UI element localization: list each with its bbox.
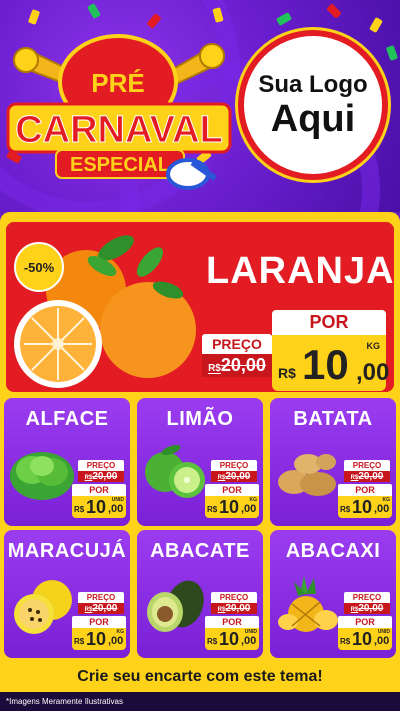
price-label: PREÇO — [344, 460, 390, 471]
product-name: ABACAXI — [285, 540, 381, 562]
new-price: POR R$ 10 ,00 UNID — [205, 616, 259, 650]
confetti — [369, 16, 383, 34]
featured-product-name: LARANJA — [206, 250, 394, 292]
confetti — [275, 12, 293, 26]
new-price-value: R$ 10 ,00 UNID — [72, 496, 126, 518]
price-unit: KG — [366, 341, 381, 351]
por-label: POR — [72, 616, 126, 628]
price-label: PREÇO — [202, 334, 272, 354]
old-price: PREÇO R$20,00 — [78, 460, 124, 482]
featured-new-price: POR R$ 10 ,00 KG — [272, 310, 390, 391]
por-label: POR — [205, 484, 259, 496]
price-label: PREÇO — [78, 460, 124, 471]
disclaimer-text: *Imagens Meramente Ilustrativas — [6, 697, 123, 706]
passion-fruit-image — [14, 580, 72, 634]
confetti — [385, 45, 399, 61]
new-price: POR R$ 10 ,00 UNID — [72, 484, 126, 518]
logo-text-line1: Sua Logo — [258, 71, 368, 98]
old-price: PREÇO R$20,00 — [211, 460, 257, 482]
pineapple-image — [278, 576, 338, 632]
discount-badge: -50% — [14, 242, 64, 292]
new-price-value: R$ 10 ,00 UNID — [338, 628, 392, 650]
old-price-value: R$20,00 — [344, 471, 390, 482]
product-card-abacaxi: ABACAXI PREÇO R$20,00 POR R$ 10 ,00 UNID — [270, 530, 396, 658]
price-label: PREÇO — [344, 592, 390, 603]
price-integer: 10 — [302, 341, 349, 388]
pre-carnaval-logo: PRÉ CARNAVAL ESPECIAL — [6, 34, 232, 190]
price-label: PREÇO — [211, 460, 257, 471]
product-name: ALFACE — [25, 408, 109, 430]
por-label: POR — [72, 484, 126, 496]
old-price: PREÇO R$20,00 — [344, 460, 390, 482]
logo-placeholder: Sua Logo Aqui — [238, 30, 388, 180]
old-price-value: R$20,00 — [344, 603, 390, 614]
old-price-value: R$20,00 — [78, 603, 124, 614]
featured-old-price: PREÇO R$20,00 — [202, 334, 272, 377]
old-price: PREÇO R$20,00 — [78, 592, 124, 614]
new-price-value: R$ 10 ,00 KG — [338, 496, 392, 518]
product-card-limao: LIMÃO PREÇO R$20,00 POR R$ 10 ,00 KG — [137, 398, 263, 526]
hero-banner: PRÉ CARNAVAL ESPECIAL Sua Logo Aqui — [0, 0, 400, 212]
potato-image — [278, 454, 336, 496]
product-name: BATATA — [293, 408, 373, 430]
old-price-value: R$20,00 — [211, 603, 257, 614]
price-label: PREÇO — [211, 592, 257, 603]
por-label: POR — [338, 484, 392, 496]
product-card-batata: BATATA PREÇO R$20,00 POR R$ 10 ,00 KG — [270, 398, 396, 526]
por-label: POR — [338, 616, 392, 628]
product-card-abacate: ABACATE PREÇO R$20,00 POR R$ 10 ,00 UNID — [137, 530, 263, 658]
product-name: MARACUJÁ — [7, 540, 127, 562]
product-card-maracuja: MARACUJÁ PREÇO R$20,00 POR R$ 10 ,00 KG — [4, 530, 130, 658]
lime-image — [145, 444, 205, 498]
product-name: LIMÃO — [166, 408, 234, 430]
avocado-image — [147, 580, 204, 632]
price-decimal: ,00 — [356, 359, 390, 386]
currency: R$ — [278, 365, 296, 381]
new-price: POR R$ 10 ,00 KG — [72, 616, 126, 650]
old-price-value: R$20,00 — [202, 354, 272, 377]
create-flyer-cta[interactable]: Crie seu encarte com este tema! — [30, 663, 370, 691]
old-price-value: R$20,00 — [211, 471, 257, 482]
new-price: POR R$ 10 ,00 UNID — [338, 616, 392, 650]
old-price: PREÇO R$20,00 — [344, 592, 390, 614]
new-price-value: R$ 10 ,00 KG — [272, 335, 390, 391]
pre-text: PRÉ — [91, 68, 144, 98]
new-price-value: R$ 10 ,00 UNID — [205, 628, 259, 650]
featured-offer: -50% LARANJA PREÇO R$20,00 POR R$ 10 ,00… — [6, 222, 394, 392]
lettuce-image — [10, 452, 74, 500]
por-label: POR — [205, 616, 259, 628]
new-price: POR R$ 10 ,00 KG — [205, 484, 259, 518]
product-name: ABACATE — [150, 540, 250, 562]
new-price-value: R$ 10 ,00 KG — [72, 628, 126, 650]
especial-text: ESPECIAL — [70, 154, 170, 176]
logo-text-line2: Aqui — [270, 98, 356, 140]
confetti — [326, 3, 342, 19]
new-price-value: R$ 10 ,00 KG — [205, 496, 259, 518]
old-price: PREÇO R$20,00 — [211, 592, 257, 614]
new-price: POR R$ 10 ,00 KG — [338, 484, 392, 518]
old-price-value: R$20,00 — [78, 471, 124, 482]
price-label: PREÇO — [78, 592, 124, 603]
por-label: POR — [272, 310, 386, 335]
carnaval-text: CARNAVAL — [15, 109, 223, 151]
product-card-alface: ALFACE PREÇO R$20,00 POR R$ 10 ,00 UNID — [4, 398, 130, 526]
